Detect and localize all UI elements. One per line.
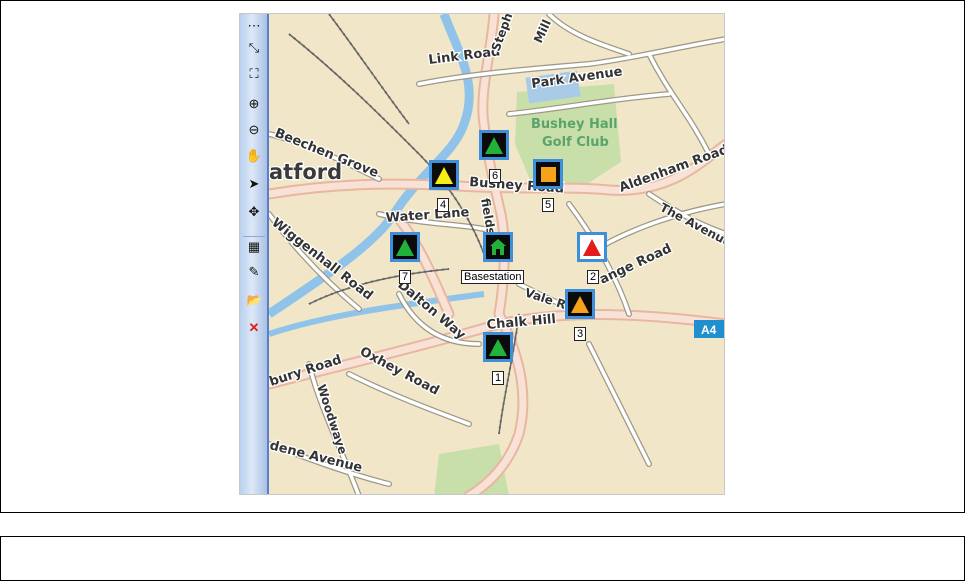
house-icon <box>490 239 506 255</box>
basestation-marker[interactable] <box>483 232 513 262</box>
map-panel: ⋯ ⤡ ⛶ ⊕ ⊖ ✋ ➤ ✥ ▦ ✎ 📂 ✕ A4 Link Road Ste… <box>0 0 965 513</box>
site-marker-1[interactable] <box>483 332 513 362</box>
label-golf-club-line1: Bushey Hall <box>531 117 618 132</box>
map-toolbar: ⋯ ⤡ ⛶ ⊕ ⊖ ✋ ➤ ✥ ▦ ✎ 📂 ✕ <box>240 14 269 494</box>
status-panel <box>0 536 965 581</box>
site-label-6: 6 <box>489 169 502 183</box>
site-marker-3[interactable] <box>565 289 595 319</box>
label-watford: atford <box>269 160 342 184</box>
layers-icon[interactable]: ▦ <box>243 236 265 257</box>
site-label-3: 3 <box>574 327 587 341</box>
site-marker-2[interactable] <box>577 232 607 262</box>
full-extent-icon[interactable]: ⛶ <box>243 64 265 84</box>
more-icon[interactable]: ⋯ <box>243 16 265 36</box>
site-label-5: 5 <box>542 198 555 212</box>
pan-hand-icon[interactable]: ✋ <box>243 146 265 166</box>
zoom-to-fit-icon[interactable]: ⤡ <box>243 38 265 58</box>
zoom-in-icon[interactable]: ⊕ <box>243 94 265 114</box>
site-marker-4[interactable] <box>429 160 459 190</box>
site-marker-5[interactable] <box>533 159 563 189</box>
site-label-7: 7 <box>399 270 412 284</box>
delete-icon[interactable]: ✕ <box>243 318 265 338</box>
zoom-out-icon[interactable]: ⊖ <box>243 120 265 140</box>
basestation-label: Basestation <box>461 270 525 284</box>
open-folder-icon[interactable]: 📂 <box>243 290 265 310</box>
select-arrow-icon[interactable]: ➤ <box>243 174 265 194</box>
site-label-4: 4 <box>437 198 450 212</box>
site-marker-6[interactable] <box>479 130 509 160</box>
label-golf-club-line2: Golf Club <box>542 135 609 150</box>
site-label-2: 2 <box>587 270 600 284</box>
road-shield-a4: A4 <box>701 323 717 337</box>
map-frame: ⋯ ⤡ ⛶ ⊕ ⊖ ✋ ➤ ✥ ▦ ✎ 📂 ✕ A4 Link Road Ste… <box>239 13 725 495</box>
eraser-icon[interactable]: ✎ <box>243 262 265 282</box>
site-label-1: 1 <box>492 371 505 385</box>
move-icon[interactable]: ✥ <box>243 202 265 222</box>
site-marker-7[interactable] <box>390 232 420 262</box>
